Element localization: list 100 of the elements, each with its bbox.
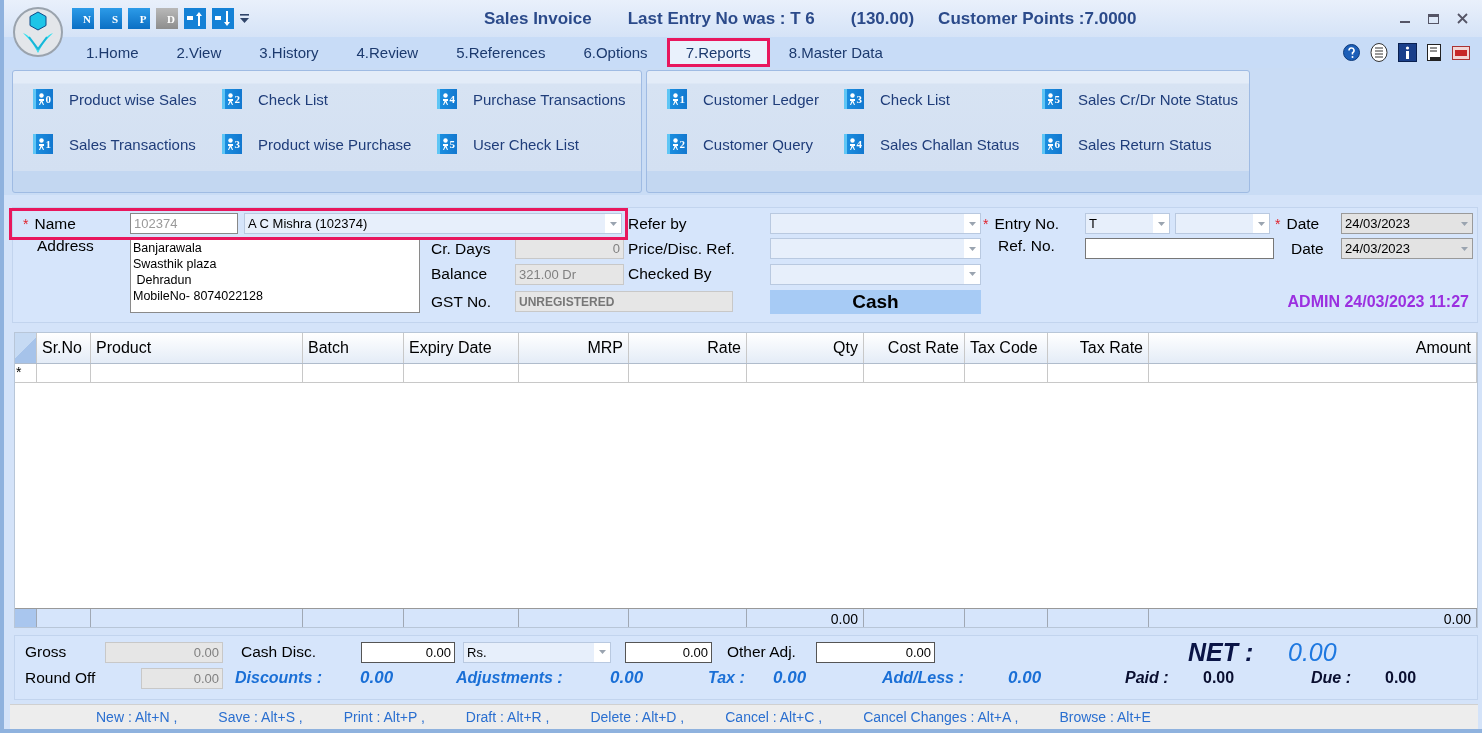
report-icon: 4: [844, 134, 864, 154]
dropdown-arrow-icon[interactable]: [968, 272, 976, 277]
ribbon-item[interactable]: 6 Sales Return Status: [1042, 130, 1212, 158]
ribbon-item[interactable]: 3 Product wise Purchase: [222, 130, 412, 158]
cash-disc-amount-field[interactable]: 0.00: [625, 641, 712, 663]
paid-label: Paid :: [1125, 669, 1170, 688]
shortcut-hint: Browse : Alt+E: [1059, 709, 1151, 725]
dropdown-arrow-icon[interactable]: [968, 221, 976, 226]
dropdown-arrow-icon[interactable]: [1257, 221, 1265, 226]
ribbon-item[interactable]: 2 Customer Query: [667, 130, 814, 158]
customize-caret-icon[interactable]: [240, 14, 249, 23]
date-picker[interactable]: 24/03/2023: [1341, 238, 1473, 260]
report-icon: 4: [437, 89, 457, 109]
column-total: 0.00: [1443, 611, 1471, 628]
ribbon-item[interactable]: 2 Check List: [222, 85, 329, 113]
exit-icon[interactable]: [1452, 45, 1470, 60]
ref-no-field[interactable]: [1085, 238, 1274, 260]
header-corner: [15, 332, 37, 363]
toolbar-button[interactable]: P: [128, 8, 150, 29]
close-icon[interactable]: [1457, 13, 1468, 24]
ribbon-item[interactable]: 0 Product wise Sales: [33, 85, 197, 113]
due-label: Due :: [1311, 669, 1352, 688]
required-mark: *: [983, 215, 989, 232]
ribbon-item[interactable]: 1 Customer Ledger: [667, 85, 819, 113]
balance-field: 321.00 Dr: [515, 263, 624, 285]
checked-by-dropdown[interactable]: [770, 263, 981, 285]
entry-no-label: Entry No.: [994, 214, 1060, 233]
balance-label: Balance: [430, 265, 488, 284]
shortcut-hint: Delete : Alt+D ,: [590, 709, 685, 725]
dropdown-arrow-icon[interactable]: [1460, 246, 1468, 251]
report-icon: 2: [222, 89, 242, 109]
column-header[interactable]: Expiry Date: [404, 332, 519, 363]
column-header[interactable]: Cost Rate: [864, 332, 965, 363]
gst-field: UNREGISTERED: [515, 291, 733, 313]
toolbar-button[interactable]: S: [100, 8, 122, 29]
shortcut-hint: Cancel : Alt+C ,: [725, 709, 823, 725]
summary-label: Add/Less :: [882, 669, 965, 688]
refer-by-label: Refer by: [627, 214, 688, 233]
column-header[interactable]: Tax Rate: [1048, 332, 1149, 363]
gross-field: 0.00: [105, 641, 223, 663]
menu-tab[interactable]: 1.Home: [67, 38, 158, 67]
menu-tab[interactable]: 6.Options: [564, 38, 667, 67]
ribbon-item[interactable]: 3 Check List: [844, 85, 951, 113]
dropdown-arrow-icon[interactable]: [1157, 221, 1165, 226]
payment-mode-button[interactable]: Cash: [770, 289, 981, 314]
dropdown-arrow-icon[interactable]: [968, 246, 976, 251]
row-header-cell: [15, 609, 37, 628]
toolbar-button[interactable]: N: [72, 8, 94, 29]
gross-label: Gross: [25, 643, 68, 662]
refer-by-dropdown[interactable]: [770, 213, 981, 235]
menu-tab[interactable]: 2.View: [157, 38, 241, 67]
net-label: NET :: [1188, 637, 1255, 667]
column-header[interactable]: Product: [91, 332, 303, 363]
summary-label: Adjustments :: [456, 669, 564, 688]
ribbon-item[interactable]: 5 Sales Cr/Dr Note Status: [1042, 85, 1239, 113]
customer-name-dropdown[interactable]: A C Mishra (102374): [244, 213, 622, 235]
column-header[interactable]: Sr.No: [37, 332, 91, 363]
other-adj-field[interactable]: 0.00: [816, 641, 935, 663]
cash-disc-field[interactable]: 0.00: [361, 641, 455, 663]
column-header[interactable]: Batch: [303, 332, 404, 363]
document-icon[interactable]: [1427, 43, 1442, 62]
column-header[interactable]: Amount: [1149, 332, 1477, 363]
ribbon-item[interactable]: 4 Sales Challan Status: [844, 130, 1020, 158]
entry-series-dropdown[interactable]: T: [1085, 213, 1170, 235]
date-picker[interactable]: 24/03/2023: [1341, 213, 1473, 235]
required-mark: *: [1275, 215, 1281, 232]
menu-tab[interactable]: 7.Reports: [666, 38, 770, 67]
help-icon[interactable]: [1343, 44, 1360, 61]
maximize-icon[interactable]: [1428, 13, 1439, 24]
price-ref-dropdown[interactable]: [770, 238, 981, 260]
ribbon-item[interactable]: 1 Sales Transactions: [33, 130, 196, 158]
credit-days-field: 0: [515, 238, 624, 260]
summary-label: Discounts :: [235, 669, 324, 688]
menu-tab[interactable]: 4.Review: [337, 38, 438, 67]
column-header[interactable]: Qty: [747, 332, 864, 363]
summary-value: 0.00: [610, 668, 645, 689]
menu-tab[interactable]: 3.History: [240, 38, 338, 67]
list-icon[interactable]: [1370, 43, 1388, 62]
shortcut-hint: Cancel Changes : Alt+A ,: [863, 709, 1019, 725]
discount-unit-dropdown[interactable]: Rs.: [463, 641, 611, 663]
ribbon-item[interactable]: 5 User Check List: [437, 130, 579, 158]
column-header[interactable]: MRP: [519, 332, 629, 363]
credit-days-label: Cr. Days: [430, 239, 492, 258]
column-header[interactable]: Tax Code: [965, 332, 1048, 363]
menu-tab[interactable]: 5.References: [437, 38, 565, 67]
paid-value: 0.00: [1203, 669, 1236, 688]
report-icon: 0: [33, 89, 53, 109]
menu-tab[interactable]: 8.Master Data: [769, 38, 902, 67]
name-label: Name: [34, 214, 76, 233]
dropdown-arrow-icon[interactable]: [1460, 221, 1468, 226]
dropdown-arrow-icon[interactable]: [598, 650, 606, 655]
ribbon-item[interactable]: 4 Purchase Transactions: [437, 85, 626, 113]
round-off-field: 0.00: [141, 667, 223, 689]
net-value: 0.00: [1288, 637, 1338, 667]
report-icon: 6: [1042, 134, 1062, 154]
address-field[interactable]: Banjarawala Swasthik plaza Dehradun MobileNo- 8074022128: [130, 237, 420, 313]
column-header[interactable]: Rate: [629, 332, 747, 363]
dropdown-arrow-icon[interactable]: [609, 221, 617, 226]
info-icon[interactable]: [1398, 43, 1417, 62]
required-mark: *: [23, 215, 29, 232]
